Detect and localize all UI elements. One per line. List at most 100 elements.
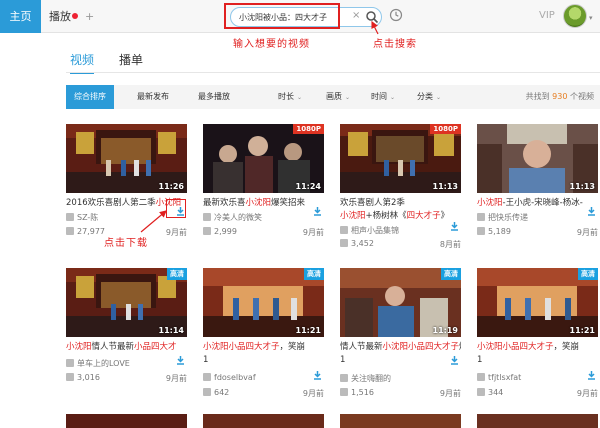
quality-badge: 高清 xyxy=(578,268,598,280)
play-count-icon xyxy=(340,239,348,247)
title-highlight: 小沈阳 xyxy=(245,198,272,208)
title-highlight: 小沈阳 xyxy=(340,211,366,221)
video-title[interactable]: 小沈阳-王小虎-宋晓峰-杨冰- xyxy=(477,197,598,210)
uploader-name[interactable]: 把快乐传递 xyxy=(488,213,528,222)
video-thumbnail-partial[interactable] xyxy=(340,414,461,428)
result-count-number: 930 xyxy=(552,92,568,101)
filter-time[interactable]: 时间 ⌄ xyxy=(371,85,395,109)
video-title-line2[interactable]: 1 xyxy=(340,354,461,367)
upload-age: 9月前 xyxy=(165,228,187,237)
video-thumbnail[interactable]: 1080P 11:13 xyxy=(340,124,461,193)
tab-divider xyxy=(66,72,600,73)
sort-most-played[interactable]: 最多播放 xyxy=(198,85,230,109)
video-title[interactable]: 最新欢乐喜小沈阳爆笑招来 xyxy=(203,197,324,210)
filter-duration-label: 时长 xyxy=(278,92,294,101)
video-thumbnail[interactable]: 高清 11:19 xyxy=(340,268,461,337)
play-count: 5,189 xyxy=(488,227,511,236)
upload-age: 9月前 xyxy=(576,228,598,237)
user-icon xyxy=(203,373,211,381)
result-count-prefix: 共找到 xyxy=(525,92,550,101)
uploader-name[interactable]: 单车上的LOVE xyxy=(77,359,130,368)
video-title[interactable]: 情人节最新小沈阳小品四大才子爆笑 xyxy=(340,341,461,354)
title-text: -王小虎-宋晓峰-杨冰- xyxy=(502,198,583,208)
uploader-name[interactable]: tfjtlsxfat xyxy=(488,373,521,382)
user-icon xyxy=(477,213,485,221)
uploader-name[interactable]: 冷美人的微笑 xyxy=(214,213,262,222)
play-count: 27,977 xyxy=(77,227,105,236)
tab-playlists[interactable]: 播单 xyxy=(119,50,143,70)
result-count: 共找到 930 个视频 xyxy=(526,85,594,109)
video-duration: 11:24 xyxy=(295,182,321,191)
video-thumbnail[interactable]: 1080P 11:24 xyxy=(203,124,324,193)
video-thumbnail[interactable]: 高清 11:14 xyxy=(66,268,187,337)
uploader-name[interactable]: fdoselbvaf xyxy=(214,373,256,382)
video-title[interactable]: 小沈阳小品四大才子，笑崩 xyxy=(477,341,598,354)
uploader-row: 冷美人的微笑 xyxy=(203,212,324,223)
uploader-row: 把快乐传递 xyxy=(477,212,598,223)
arrow-to-search xyxy=(371,20,379,35)
video-thumbnail[interactable]: 高清 11:21 xyxy=(203,268,324,337)
download-icon[interactable] xyxy=(313,371,322,380)
video-thumbnail-partial[interactable] xyxy=(203,414,324,428)
video-title[interactable]: 欢乐喜剧人第2季 xyxy=(340,197,461,210)
video-thumbnail-partial[interactable] xyxy=(66,414,187,428)
video-title-line2[interactable]: 1 xyxy=(203,354,324,367)
video-duration: 11:21 xyxy=(295,326,321,335)
stats-row: 27,977 9月前 xyxy=(66,227,187,237)
play-count: 642 xyxy=(214,388,230,397)
search-hint-annotation: 输入想要的视频 xyxy=(233,39,310,50)
download-icon[interactable] xyxy=(450,222,459,231)
video-thumbnail[interactable]: 高清 11:21 xyxy=(477,268,598,337)
title-text: 爆笑 xyxy=(459,342,461,352)
chevron-down-icon: ⌄ xyxy=(345,94,351,101)
filter-category[interactable]: 分类 ⌄ xyxy=(417,85,441,109)
filter-quality[interactable]: 画质 ⌄ xyxy=(326,85,350,109)
video-duration: 11:13 xyxy=(432,182,458,191)
click-download-annotation: 点击下载 xyxy=(104,238,148,249)
uploader-name[interactable]: 关注嗨翻的 xyxy=(351,374,391,383)
play-count: 2,999 xyxy=(214,227,237,236)
title-text: 最新欢乐喜 xyxy=(203,198,246,208)
tab-videos[interactable]: 视频 xyxy=(70,50,95,74)
video-title-line2[interactable]: 1 xyxy=(477,354,598,367)
quality-badge: 高清 xyxy=(167,268,187,280)
filter-duration[interactable]: 时长 ⌄ xyxy=(278,85,302,109)
title-highlight: 四大才子 xyxy=(406,211,441,221)
download-icon[interactable] xyxy=(313,207,322,216)
play-count-icon xyxy=(340,388,348,396)
title-text: 爆笑招来 xyxy=(271,198,306,208)
download-icon[interactable] xyxy=(587,207,596,216)
download-icon[interactable] xyxy=(176,356,185,365)
video-duration: 11:14 xyxy=(158,326,184,335)
stats-row: 5,189 9月前 xyxy=(477,227,598,237)
uploader-row: fdoselbvaf xyxy=(203,373,324,382)
uploader-name[interactable]: SZ-陈 xyxy=(77,213,98,222)
play-count-icon xyxy=(477,388,485,396)
stats-row: 2,999 9月前 xyxy=(203,227,324,237)
video-thumbnail-partial[interactable] xyxy=(477,414,598,428)
video-title[interactable]: 小沈阳小品四大才子，笑崩 xyxy=(203,341,324,354)
sort-newest[interactable]: 最新发布 xyxy=(137,85,169,109)
download-highlight-box xyxy=(166,199,186,218)
title-highlight: 小沈阳 xyxy=(477,198,503,208)
stats-row: 3,016 9月前 xyxy=(66,373,187,383)
uploader-row: 关注嗨翻的 xyxy=(340,373,461,384)
user-icon xyxy=(66,213,74,221)
download-icon[interactable] xyxy=(587,371,596,380)
title-highlight: 小沈阳 xyxy=(66,342,92,352)
play-count-icon xyxy=(66,227,74,235)
title-text: 1 xyxy=(340,355,346,365)
title-highlight: 小沈阳小品四大才子 xyxy=(203,342,280,352)
title-text: 1 xyxy=(477,355,483,365)
title-text: ，笑崩 xyxy=(279,342,306,352)
uploader-name[interactable]: 相声小品集锦 xyxy=(351,226,399,235)
video-thumbnail[interactable]: 11:26 xyxy=(66,124,187,193)
video-title[interactable]: 小沈阳情人节最新小品四大才 xyxy=(66,341,187,354)
upload-age: 9月前 xyxy=(576,389,598,398)
video-title-line2[interactable]: 小沈阳+杨树林《四大才子》 xyxy=(340,210,461,223)
download-icon[interactable] xyxy=(450,356,459,365)
sort-comprehensive[interactable]: 综合排序 xyxy=(66,85,114,109)
upload-age: 8月前 xyxy=(439,240,461,249)
title-text: ，笑崩 xyxy=(553,342,580,352)
video-thumbnail[interactable]: 11:13 xyxy=(477,124,598,193)
